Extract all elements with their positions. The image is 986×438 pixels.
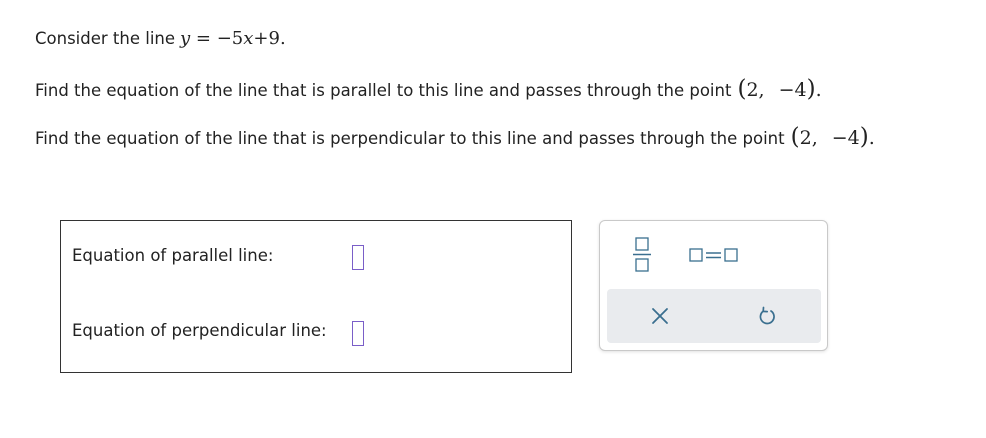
fraction-icon[interactable] (633, 235, 651, 273)
question-line-3: Find the equation of the line that is pe… (35, 124, 875, 150)
equation-constant: +9. (253, 28, 286, 49)
parallel-prompt-text: Find the equation of the line that is pa… (35, 81, 732, 100)
equation-coefficient: = −5 (190, 28, 244, 49)
given-equation: y = −5x+9. (180, 28, 286, 49)
point-coordinates: (2, −4). (790, 124, 875, 150)
equation-y: y (180, 28, 191, 49)
equation-x: x (243, 28, 254, 49)
action-bar (607, 289, 821, 343)
perpendicular-prompt-text: Find the equation of the line that is pe… (35, 129, 785, 148)
question-intro-text: Consider the line (35, 29, 176, 48)
question-line-1: Consider the line y = −5x+9. (35, 28, 286, 49)
parallel-equation-input[interactable] (352, 245, 364, 270)
math-tool-palette (599, 220, 828, 351)
clear-icon[interactable] (651, 307, 669, 325)
undo-icon[interactable] (758, 306, 776, 326)
perpendicular-equation-input[interactable] (352, 321, 364, 346)
point-coordinates: (2, −4). (737, 76, 822, 102)
perpendicular-label: Equation of perpendicular line: (72, 321, 327, 340)
equals-template-icon[interactable] (688, 245, 740, 265)
question-line-2: Find the equation of the line that is pa… (35, 76, 822, 102)
answer-box: Equation of parallel line: Equation of p… (60, 220, 572, 373)
parallel-label: Equation of parallel line: (72, 246, 274, 265)
